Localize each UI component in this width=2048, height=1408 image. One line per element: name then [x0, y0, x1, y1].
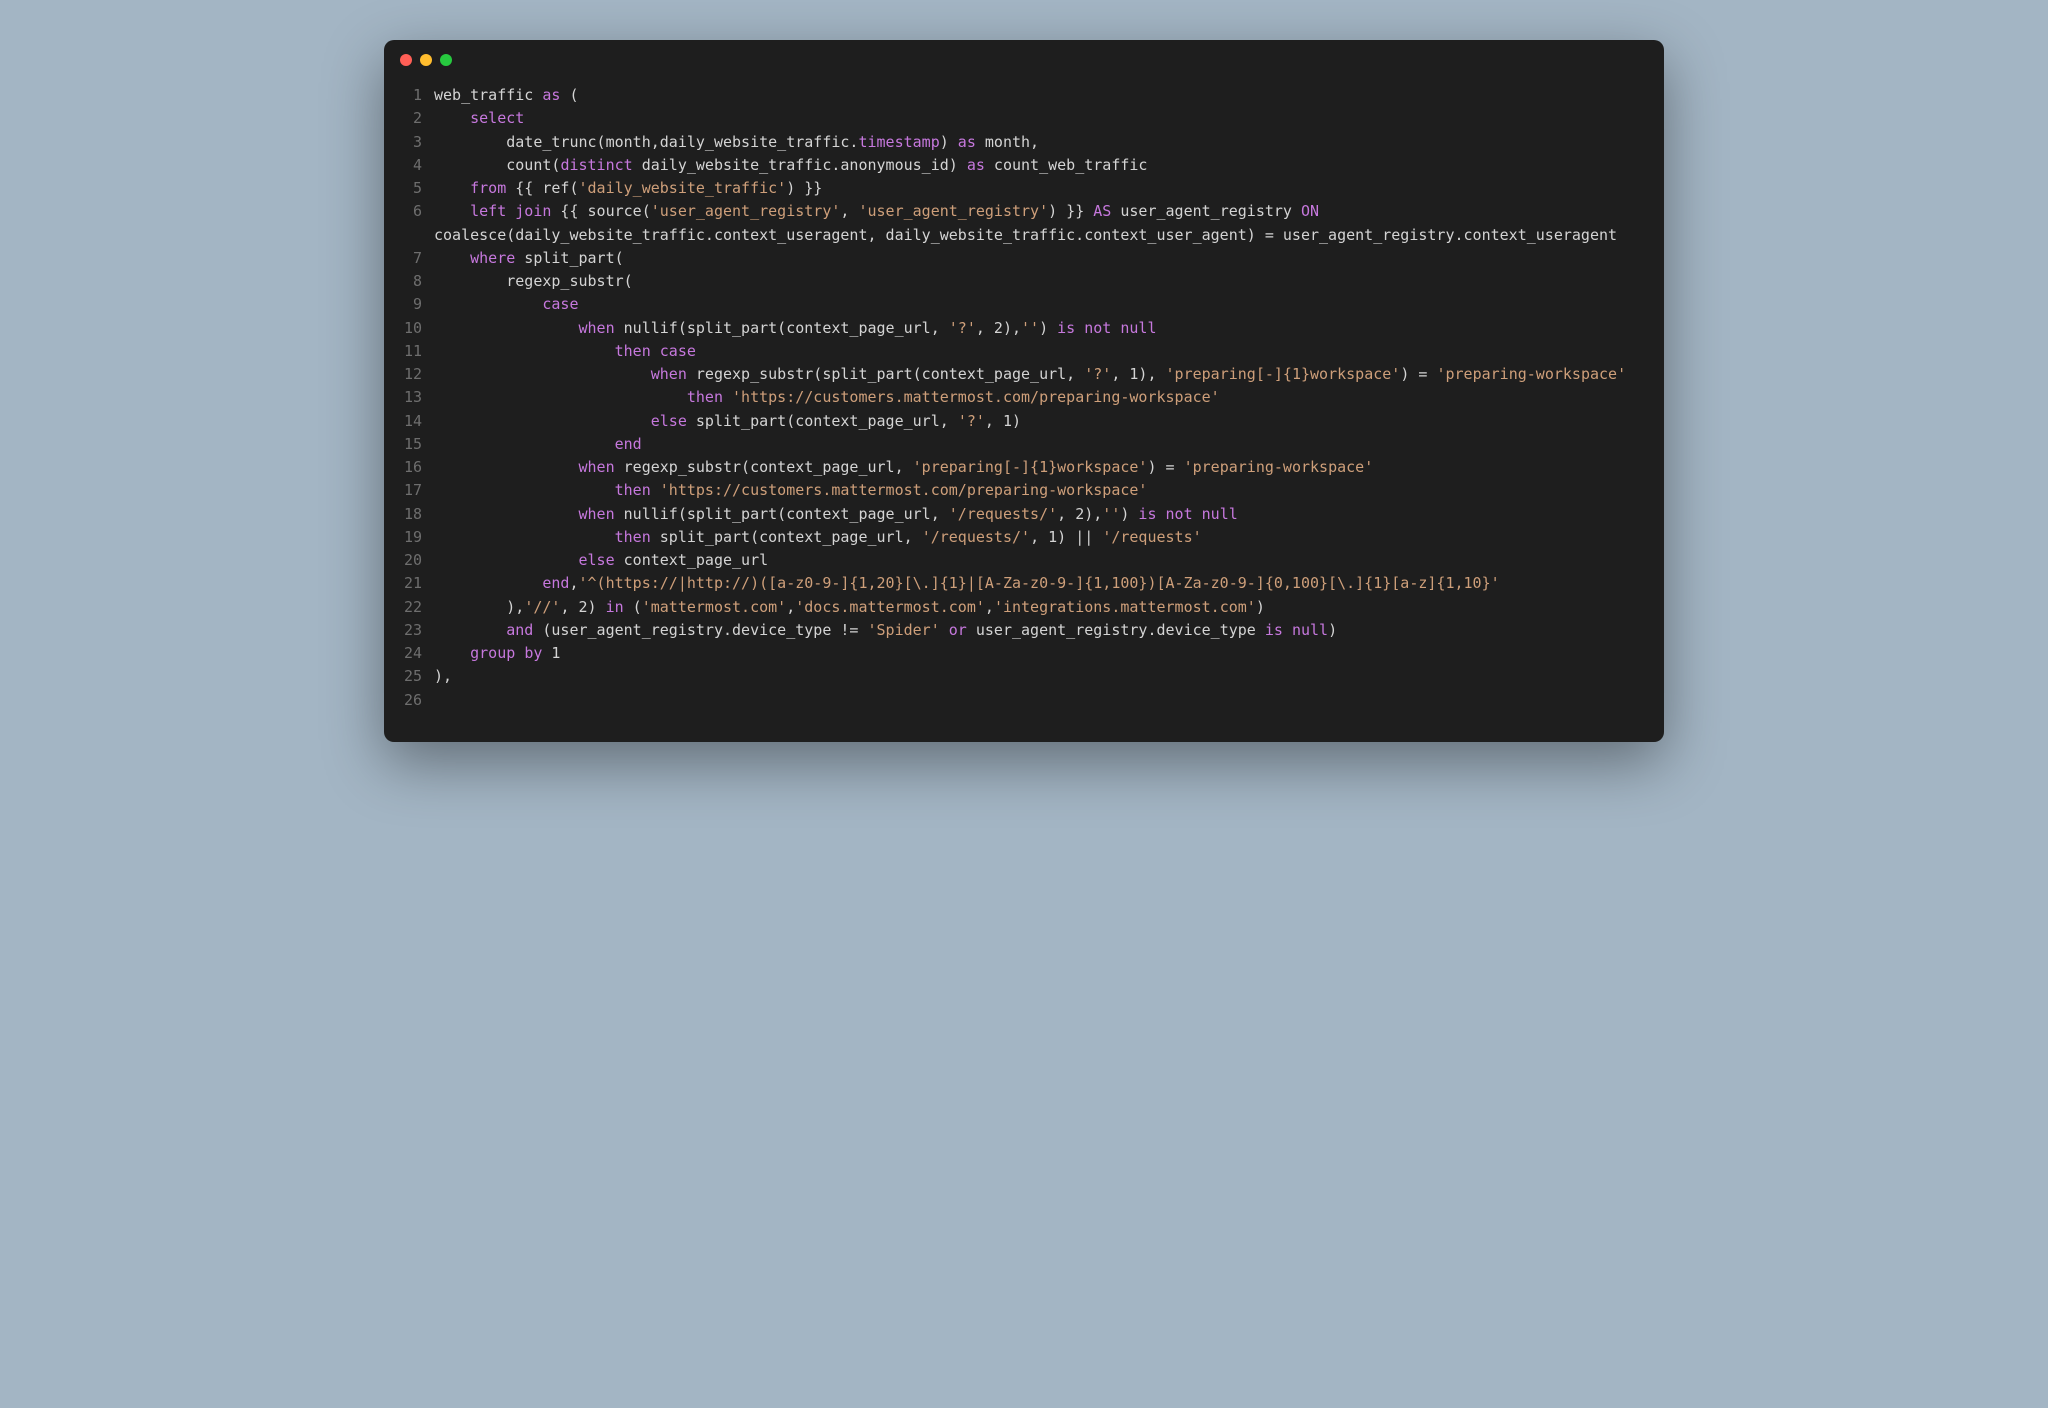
code-line: 1web_traffic as (: [384, 84, 1664, 107]
line-number: 25: [384, 665, 434, 688]
line-number: 10: [384, 317, 434, 340]
line-code: when nullif(split_part(context_page_url,…: [434, 503, 1664, 526]
code-line: 6 left join {{ source('user_agent_regist…: [384, 200, 1664, 247]
line-code: count(distinct daily_website_traffic.ano…: [434, 154, 1664, 177]
maximize-icon[interactable]: [440, 54, 452, 66]
line-number: 3: [384, 131, 434, 154]
line-number: 21: [384, 572, 434, 595]
line-number: 20: [384, 549, 434, 572]
line-number: 1: [384, 84, 434, 107]
line-code: [434, 689, 1664, 712]
line-code: then case: [434, 340, 1664, 363]
line-number: 4: [384, 154, 434, 177]
code-line: 13 then 'https://customers.mattermost.co…: [384, 386, 1664, 409]
code-line: 20 else context_page_url: [384, 549, 1664, 572]
window-titlebar: [384, 40, 1664, 80]
code-line: 3 date_trunc(month,daily_website_traffic…: [384, 131, 1664, 154]
line-number: 7: [384, 247, 434, 270]
code-line: 24 group by 1: [384, 642, 1664, 665]
code-line: 22 ),'//', 2) in ('mattermost.com','docs…: [384, 596, 1664, 619]
line-number: 12: [384, 363, 434, 386]
line-number: 19: [384, 526, 434, 549]
line-code: select: [434, 107, 1664, 130]
line-number: 22: [384, 596, 434, 619]
code-content[interactable]: 1web_traffic as (2 select3 date_trunc(mo…: [384, 80, 1664, 742]
line-code: else context_page_url: [434, 549, 1664, 572]
line-number: 24: [384, 642, 434, 665]
code-line: 11 then case: [384, 340, 1664, 363]
code-line: 12 when regexp_substr(split_part(context…: [384, 363, 1664, 386]
code-line: 8 regexp_substr(: [384, 270, 1664, 293]
line-code: and (user_agent_registry.device_type != …: [434, 619, 1664, 642]
minimize-icon[interactable]: [420, 54, 432, 66]
line-code: date_trunc(month,daily_website_traffic.t…: [434, 131, 1664, 154]
line-code: then 'https://customers.mattermost.com/p…: [434, 479, 1664, 502]
code-line: 4 count(distinct daily_website_traffic.a…: [384, 154, 1664, 177]
code-line: 17 then 'https://customers.mattermost.co…: [384, 479, 1664, 502]
line-code: then 'https://customers.mattermost.com/p…: [434, 386, 1664, 409]
line-code: when nullif(split_part(context_page_url,…: [434, 317, 1664, 340]
code-line: 19 then split_part(context_page_url, '/r…: [384, 526, 1664, 549]
code-line: 14 else split_part(context_page_url, '?'…: [384, 410, 1664, 433]
line-code: ),: [434, 665, 1664, 688]
line-code: when regexp_substr(context_page_url, 'pr…: [434, 456, 1664, 479]
line-number: 2: [384, 107, 434, 130]
code-line: 9 case: [384, 293, 1664, 316]
line-number: 6: [384, 200, 434, 247]
code-editor-window: 1web_traffic as (2 select3 date_trunc(mo…: [384, 40, 1664, 742]
close-icon[interactable]: [400, 54, 412, 66]
code-line: 2 select: [384, 107, 1664, 130]
line-code: end,'^(https://|http://)([a-z0-9-]{1,20}…: [434, 572, 1664, 595]
line-number: 18: [384, 503, 434, 526]
line-code: web_traffic as (: [434, 84, 1664, 107]
code-line: 15 end: [384, 433, 1664, 456]
code-line: 16 when regexp_substr(context_page_url, …: [384, 456, 1664, 479]
line-code: regexp_substr(: [434, 270, 1664, 293]
line-code: else split_part(context_page_url, '?', 1…: [434, 410, 1664, 433]
code-line: 5 from {{ ref('daily_website_traffic') }…: [384, 177, 1664, 200]
code-line: 10 when nullif(split_part(context_page_u…: [384, 317, 1664, 340]
line-code: left join {{ source('user_agent_registry…: [434, 200, 1664, 247]
line-code: group by 1: [434, 642, 1664, 665]
code-line: 26: [384, 689, 1664, 712]
code-line: 21 end,'^(https://|http://)([a-z0-9-]{1,…: [384, 572, 1664, 595]
line-code: end: [434, 433, 1664, 456]
line-code: case: [434, 293, 1664, 316]
code-line: 25),: [384, 665, 1664, 688]
line-number: 26: [384, 689, 434, 712]
code-line: 23 and (user_agent_registry.device_type …: [384, 619, 1664, 642]
line-number: 13: [384, 386, 434, 409]
line-number: 23: [384, 619, 434, 642]
line-number: 9: [384, 293, 434, 316]
code-line: 7 where split_part(: [384, 247, 1664, 270]
line-code: ),'//', 2) in ('mattermost.com','docs.ma…: [434, 596, 1664, 619]
line-code: from {{ ref('daily_website_traffic') }}: [434, 177, 1664, 200]
line-number: 5: [384, 177, 434, 200]
line-code: where split_part(: [434, 247, 1664, 270]
line-number: 8: [384, 270, 434, 293]
line-number: 16: [384, 456, 434, 479]
code-line: 18 when nullif(split_part(context_page_u…: [384, 503, 1664, 526]
line-code: then split_part(context_page_url, '/requ…: [434, 526, 1664, 549]
line-number: 14: [384, 410, 434, 433]
line-number: 15: [384, 433, 434, 456]
line-number: 11: [384, 340, 434, 363]
line-number: 17: [384, 479, 434, 502]
line-code: when regexp_substr(split_part(context_pa…: [434, 363, 1664, 386]
